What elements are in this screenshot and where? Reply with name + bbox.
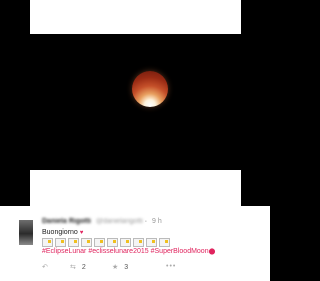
eclipse-photo[interactable] [30, 34, 241, 170]
separator: · [144, 218, 148, 225]
display-name[interactable]: Daniela Rigotti [42, 218, 91, 225]
tweet-header: Daniela Rigotti @danielarigotti · 9 h [42, 218, 162, 225]
reply-button[interactable]: ↶ [42, 263, 48, 271]
tweet-actions: ↶ ⇆ 2 ★ 3 ••• [42, 263, 192, 273]
user-handle[interactable]: @danielarigotti [96, 218, 143, 225]
image-bottom-border [30, 170, 241, 206]
heart-eyes-emoji-icon: ♥ [79, 230, 84, 236]
tweet-media-view: Daniela Rigotti @danielarigotti · 9 h Bu… [0, 0, 270, 281]
moon-photo-emoji-icon [94, 238, 105, 247]
avatar[interactable] [19, 220, 33, 245]
star-icon: ★ [112, 264, 119, 271]
hashtag-link[interactable]: #eclisselunare2015 [88, 248, 148, 255]
like-button[interactable]: ★ 3 [112, 263, 129, 272]
image-top-border [30, 0, 241, 34]
moon-photo-emoji-icon [42, 238, 53, 247]
blood-moon [132, 71, 168, 107]
hashtag-line: #EclipseLunar #eclisselunare2015 #SuperB… [42, 248, 215, 255]
tweet-text-body: Buongiorno [42, 229, 78, 236]
hashtag-link[interactable]: #SuperBloodMoon [151, 248, 209, 255]
tweet-text: Buongiorno ♥ [42, 229, 83, 236]
moon-photo-emoji-icon [107, 238, 118, 247]
retweet-count: 2 [81, 263, 86, 271]
retweet-icon: ⇆ [70, 264, 76, 271]
moon-photo-emoji-icon [55, 238, 66, 247]
moon-photo-emoji-icon [120, 238, 131, 247]
hashtag-link[interactable]: #EclipseLunar [42, 248, 86, 255]
red-circle-emoji-icon: ⬤ [208, 249, 216, 255]
tweet-card: Daniela Rigotti @danielarigotti · 9 h Bu… [0, 206, 270, 281]
moon-photo-emoji-icon [68, 238, 79, 247]
like-count: 3 [124, 263, 129, 271]
emoji-row [42, 238, 212, 247]
reply-icon: ↶ [42, 264, 48, 271]
more-icon: ••• [166, 263, 177, 270]
moon-photo-emoji-icon [146, 238, 157, 247]
moon-photo-emoji-icon [81, 238, 92, 247]
moon-photo-emoji-icon [159, 238, 170, 247]
moon-photo-emoji-icon [133, 238, 144, 247]
timestamp[interactable]: 9 h [152, 218, 162, 225]
more-button[interactable]: ••• [166, 263, 176, 270]
retweet-button[interactable]: ⇆ 2 [70, 263, 86, 272]
